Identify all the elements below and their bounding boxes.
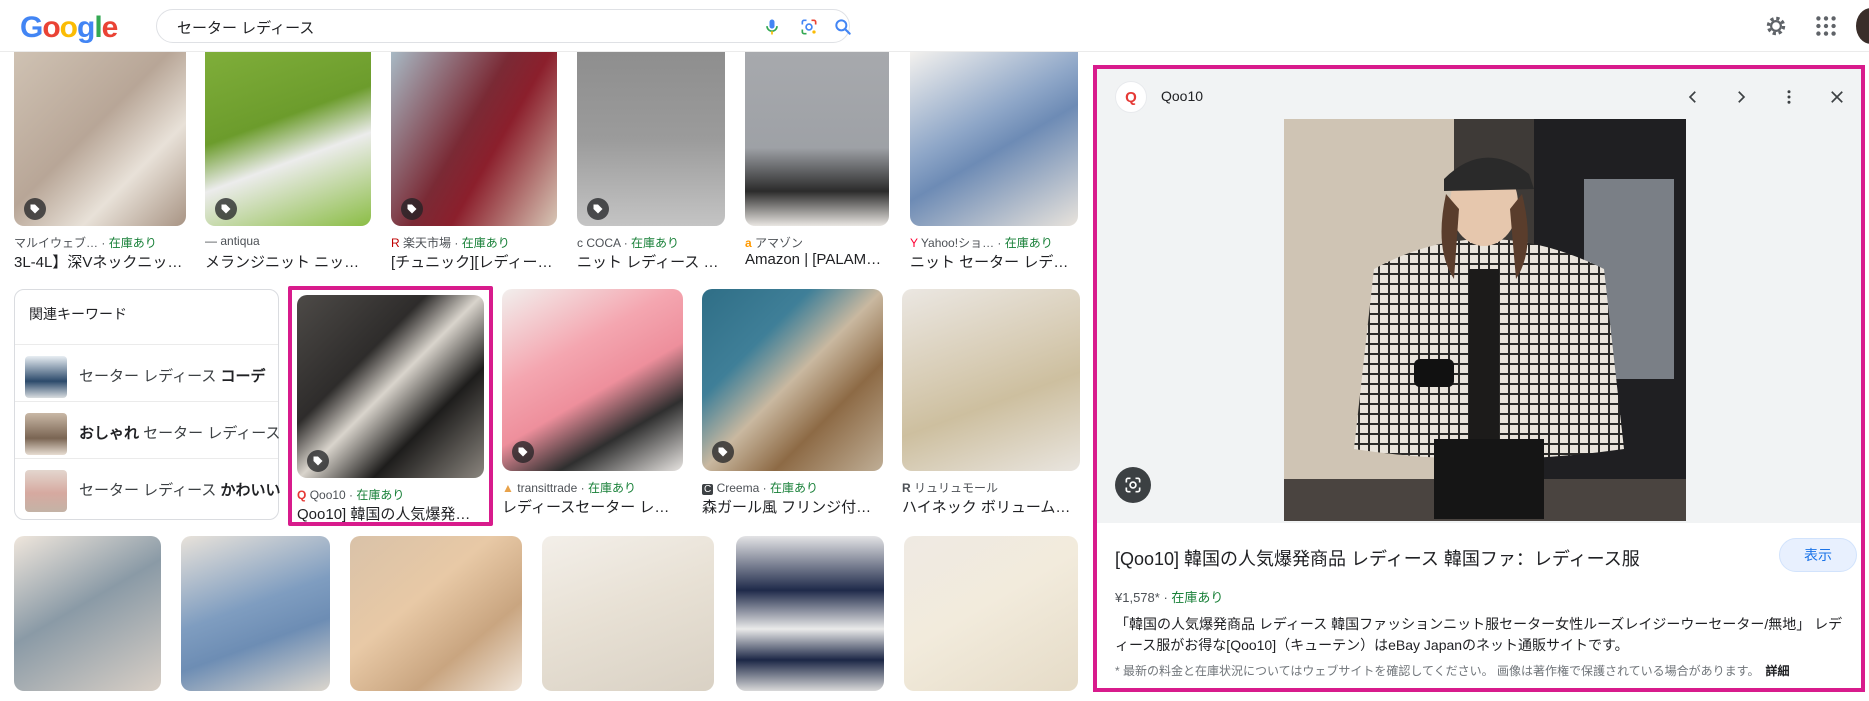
result-image[interactable] bbox=[181, 536, 330, 691]
result-title[interactable]: メランジニット ニット … bbox=[205, 251, 371, 272]
related-keyword-text: セーター レディース コーデ bbox=[79, 368, 266, 385]
result-title[interactable]: [チュニック][レディー… bbox=[391, 251, 557, 272]
next-button[interactable] bbox=[1725, 81, 1757, 113]
result-source[interactable]: Y Yahoo!ショ… · 在庫あり bbox=[910, 234, 1078, 251]
image-result-11[interactable] bbox=[14, 536, 161, 691]
image-result-16[interactable] bbox=[904, 536, 1078, 691]
logo-letter: G bbox=[20, 11, 43, 44]
result-source[interactable]: C Creema · 在庫あり bbox=[702, 479, 883, 496]
related-keyword-text: セーター レディース かわいい bbox=[79, 482, 281, 499]
image-preview-panel: Q Qoo10 [Qoo10] 韓国の人気爆発商品 レディース 韓国ファ：レディ… bbox=[1093, 65, 1865, 692]
close-button[interactable] bbox=[1821, 81, 1853, 113]
related-keyword-item[interactable]: おしゃれ セーター レディース bbox=[15, 401, 281, 458]
image-result-6[interactable]: Y Yahoo!ショ… · 在庫あり ニット セーター レデ… bbox=[910, 52, 1078, 272]
shopping-tag-icon bbox=[215, 198, 237, 220]
image-result-9[interactable]: C Creema · 在庫あり 森ガール風 フリンジ付き … bbox=[702, 289, 883, 519]
related-thumbnail bbox=[25, 356, 67, 398]
image-result-5[interactable]: a アマゾン Amazon | [PALAME… bbox=[745, 52, 889, 272]
visual-search-button[interactable] bbox=[1115, 467, 1151, 503]
chevron-left-icon bbox=[1688, 91, 1696, 103]
image-result-1[interactable]: マルイウェブ… · 在庫あり 3L-4L】深Vネックニッ… bbox=[14, 52, 186, 272]
visit-button[interactable]: 表示 bbox=[1779, 538, 1857, 572]
result-source[interactable]: R 楽天市場 · 在庫あり bbox=[391, 234, 557, 251]
top-bar: Google bbox=[0, 0, 1869, 52]
image-result-8[interactable]: ▲ transittrade · 在庫あり レディースセーター レデ… bbox=[502, 289, 683, 519]
google-logo[interactable]: Google bbox=[20, 11, 119, 45]
lens-camera-icon[interactable] bbox=[799, 17, 819, 37]
product-title[interactable]: [Qoo10] 韓国の人気爆発商品 レディース 韓国ファ：レディース服 bbox=[1115, 545, 1640, 571]
logo-letter: g bbox=[77, 11, 95, 44]
result-source[interactable]: ▲ transittrade · 在庫あり bbox=[502, 479, 683, 496]
related-keyword-item[interactable]: セーター レディース コーデ bbox=[15, 344, 278, 401]
result-title[interactable]: ニット レディース V… bbox=[577, 251, 725, 272]
selected-result-highlight bbox=[288, 286, 493, 526]
image-result-15[interactable] bbox=[736, 536, 884, 691]
price: ¥1,578* bbox=[1115, 590, 1160, 605]
result-image[interactable] bbox=[745, 52, 889, 226]
search-input[interactable] bbox=[177, 16, 697, 38]
related-thumbnail bbox=[25, 413, 67, 455]
shopping-tag-icon bbox=[24, 198, 46, 220]
more-vert-icon bbox=[1787, 90, 1791, 104]
result-source[interactable]: — antiqua bbox=[205, 234, 371, 248]
stock-status: 在庫あり bbox=[1171, 590, 1224, 605]
image-result-10[interactable]: R リュリュモール ハイネック ボリューム二… bbox=[902, 289, 1080, 519]
search-icon[interactable] bbox=[833, 17, 853, 37]
result-image[interactable] bbox=[904, 536, 1078, 691]
logo-letter: l bbox=[94, 11, 102, 44]
result-image[interactable] bbox=[736, 536, 884, 691]
details-link[interactable]: 詳細 bbox=[1765, 664, 1789, 678]
shopping-tag-icon bbox=[587, 198, 609, 220]
image-result-12[interactable] bbox=[181, 536, 330, 691]
disclaimer-note: * 最新の料金と在庫状況についてはウェブサイトを確認してください。 画像は著作権… bbox=[1115, 664, 1790, 678]
product-description: 「韓国の人気爆発商品 レディース 韓国ファッションニット服セーター女性ルーズレイ… bbox=[1115, 616, 1843, 653]
settings-gear-icon[interactable] bbox=[1763, 13, 1789, 39]
result-image[interactable] bbox=[350, 536, 522, 691]
preview-image-art bbox=[1284, 119, 1686, 521]
related-keywords-card: 関連キーワード セーター レディース コーデ おしゃれ セーター レディース セ… bbox=[14, 289, 281, 520]
image-result-14[interactable] bbox=[542, 536, 714, 691]
logo-letter: o bbox=[42, 11, 60, 44]
search-box bbox=[156, 9, 853, 43]
result-source[interactable]: マルイウェブ… · 在庫あり bbox=[14, 234, 186, 251]
related-thumbnail bbox=[25, 470, 67, 512]
previous-button[interactable] bbox=[1677, 81, 1709, 113]
site-favicon[interactable]: Q bbox=[1115, 81, 1147, 113]
logo-letter: o bbox=[59, 11, 78, 44]
result-title[interactable]: 森ガール風 フリンジ付き … bbox=[702, 496, 883, 517]
shopping-tag-icon bbox=[712, 441, 734, 463]
image-result-2[interactable]: — antiqua メランジニット ニット … bbox=[205, 52, 371, 272]
result-title[interactable]: レディースセーター レデ… bbox=[502, 496, 683, 517]
result-source[interactable]: c COCA · 在庫あり bbox=[577, 234, 725, 251]
microphone-icon[interactable] bbox=[762, 17, 782, 37]
result-image[interactable] bbox=[542, 536, 714, 691]
result-source[interactable]: R リュリュモール bbox=[902, 479, 1080, 496]
shopping-tag-icon bbox=[401, 198, 423, 220]
result-image[interactable] bbox=[14, 536, 161, 691]
result-title[interactable]: ニット セーター レデ… bbox=[910, 251, 1078, 272]
result-source[interactable]: a アマゾン bbox=[745, 234, 889, 251]
site-name[interactable]: Qoo10 bbox=[1161, 88, 1203, 104]
account-avatar[interactable] bbox=[1856, 8, 1869, 44]
related-keyword-text: おしゃれ セーター レディース bbox=[79, 425, 281, 442]
related-keyword-item[interactable]: セーター レディース かわいい bbox=[15, 458, 281, 515]
shopping-tag-icon bbox=[512, 441, 534, 463]
related-keywords-heading: 関連キーワード bbox=[29, 306, 127, 322]
result-image[interactable] bbox=[910, 52, 1078, 226]
preview-main-image[interactable] bbox=[1284, 119, 1686, 521]
apps-grid-icon[interactable] bbox=[1813, 13, 1839, 39]
lens-icon bbox=[1125, 477, 1141, 493]
logo-letter: e bbox=[101, 11, 119, 44]
close-icon bbox=[1831, 91, 1843, 103]
result-title[interactable]: Amazon | [PALAME… bbox=[745, 251, 889, 268]
result-image[interactable] bbox=[902, 289, 1080, 471]
image-result-3[interactable]: R 楽天市場 · 在庫あり [チュニック][レディー… bbox=[391, 52, 557, 272]
image-result-4[interactable]: c COCA · 在庫あり ニット レディース V… bbox=[577, 52, 725, 272]
result-title[interactable]: 3L-4L】深Vネックニッ… bbox=[14, 251, 186, 272]
price-info: ¥1,578* · 在庫あり bbox=[1115, 590, 1224, 605]
result-title[interactable]: ハイネック ボリューム二… bbox=[902, 496, 1080, 517]
chevron-right-icon bbox=[1738, 91, 1746, 103]
more-options-button[interactable] bbox=[1773, 81, 1805, 113]
image-result-13[interactable] bbox=[350, 536, 522, 691]
